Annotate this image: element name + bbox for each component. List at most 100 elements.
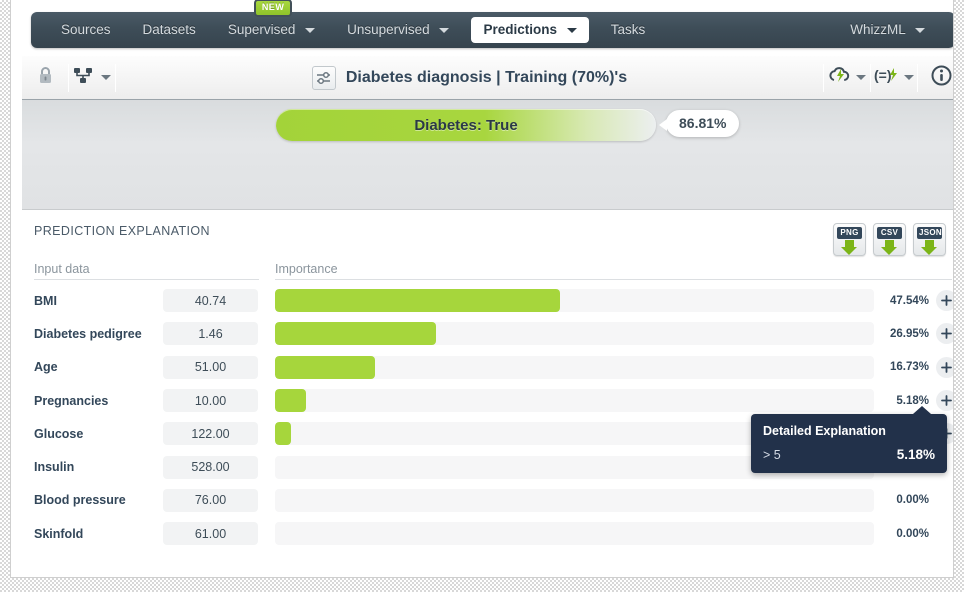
importance-percent: 26.95%	[889, 327, 929, 340]
panel-title: PREDICTION EXPLANATION	[34, 224, 210, 238]
field-name: Pregnancies	[34, 393, 109, 408]
table-row: Age 51.00 16.73%	[22, 351, 953, 384]
chevron-down-icon	[439, 27, 450, 33]
importance-bar-track	[275, 322, 874, 346]
column-headers: Input data Importance	[34, 258, 952, 280]
chevron-down-icon	[856, 75, 866, 80]
hierarchy-menu-button[interactable]	[69, 56, 115, 100]
column-header-importance: Importance	[275, 262, 338, 276]
field-value: 40.74	[163, 289, 258, 313]
batch-prediction-icon: (=)	[874, 66, 898, 89]
importance-percent: 0.00%	[896, 494, 929, 507]
field-name: Skinfold	[34, 526, 84, 541]
plus-icon[interactable]	[936, 356, 953, 378]
download-csv-button[interactable]: CSV	[873, 223, 906, 256]
chevron-down-icon	[915, 27, 925, 33]
plus-icon[interactable]	[936, 323, 953, 345]
confidence-badge: 86.81%	[658, 110, 740, 137]
importance-bar-track	[275, 355, 874, 379]
prediction-label: Diabetes: True	[414, 116, 518, 134]
cloud-lightning-button[interactable]	[824, 56, 870, 100]
importance-bar-fill	[275, 389, 307, 413]
importance-percent: 47.54%	[889, 294, 929, 307]
table-row: Diabetes pedigree 1.46 26.95%	[22, 317, 953, 350]
importance-bar-track	[275, 488, 874, 512]
importance-bar-fill	[275, 322, 437, 346]
nav-label: WhizzML	[850, 22, 906, 37]
detailed-explanation-tooltip: Detailed Explanation > 5 5.18%	[751, 406, 947, 473]
field-value: 122.00	[163, 422, 258, 446]
table-row: Blood pressure 76.00 0.00%	[22, 484, 953, 517]
field-value: 51.00	[163, 355, 258, 379]
field-value: 10.00	[163, 389, 258, 413]
cloud-lightning-icon	[828, 66, 850, 89]
field-value: 76.00	[163, 488, 258, 512]
prediction-bar-wrap: Diabetes: True 86.81%	[266, 109, 756, 145]
nav-item-supervised[interactable]: Supervised NEW	[212, 0, 331, 48]
csv-label: CSV	[877, 227, 902, 239]
nav-item-tasks[interactable]: Tasks	[595, 12, 662, 48]
info-button[interactable]	[918, 56, 953, 100]
chevron-down-icon	[566, 27, 577, 33]
field-name: Insulin	[34, 460, 75, 475]
tooltip-title: Detailed Explanation	[763, 424, 886, 438]
importance-bar-fill	[275, 289, 560, 313]
nav-item-datasets[interactable]: Datasets	[127, 12, 212, 48]
download-json-button[interactable]: JSON	[913, 223, 946, 256]
nav-item-account[interactable]: WhizzML	[834, 12, 941, 48]
field-name: Diabetes pedigree	[34, 326, 142, 341]
download-buttons: PNG CSV JSON	[833, 223, 946, 256]
plus-icon[interactable]	[936, 390, 953, 412]
page-title: Diabetes diagnosis | Training (70%)'s	[345, 68, 628, 86]
png-label: PNG	[837, 227, 862, 239]
lock-icon	[38, 66, 53, 89]
field-value: 528.00	[163, 455, 258, 479]
importance-percent: 0.00%	[896, 527, 929, 540]
nav-item-predictions[interactable]: Predictions	[471, 17, 589, 43]
column-rule	[275, 279, 952, 280]
sliders-icon	[311, 65, 336, 90]
hierarchy-icon	[73, 67, 95, 89]
column-header-input-data: Input data	[34, 262, 90, 276]
importance-percent: 16.73%	[889, 361, 929, 374]
nav-label: Tasks	[610, 22, 646, 37]
download-arrow-icon	[841, 240, 857, 255]
plus-icon[interactable]	[936, 290, 953, 312]
field-value: 1.46	[163, 322, 258, 346]
chevron-down-icon	[305, 27, 316, 33]
download-arrow-icon	[881, 240, 897, 255]
svg-text:(=): (=)	[874, 67, 892, 83]
importance-percent: 5.18%	[896, 394, 929, 407]
importance-bar-fill	[275, 422, 292, 446]
importance-bar-fill	[275, 355, 376, 379]
app-root: Sources Datasets Supervised NEW Unsuperv…	[0, 0, 964, 592]
nav-label: Supervised	[227, 22, 296, 37]
chevron-down-icon	[101, 75, 111, 80]
field-name: Glucose	[34, 426, 84, 441]
prediction-bar: Diabetes: True	[276, 109, 656, 141]
nav-item-sources[interactable]: Sources	[45, 12, 127, 48]
lock-button[interactable]	[22, 56, 68, 100]
download-arrow-icon	[921, 240, 937, 255]
new-badge: NEW	[253, 0, 293, 17]
table-row: Skinfold 61.00 0.00%	[22, 517, 953, 550]
page-frame: Sources Datasets Supervised NEW Unsuperv…	[10, 0, 954, 578]
column-rule	[34, 279, 259, 280]
nav-label: Sources	[61, 22, 111, 37]
resource-title: Diabetes diagnosis | Training (70%)'s	[116, 65, 823, 90]
prediction-banner: Diabetes: True 86.81%	[22, 100, 953, 210]
download-png-button[interactable]: PNG	[833, 223, 866, 256]
importance-bar-track	[275, 289, 874, 313]
info-icon	[931, 65, 952, 91]
nav-item-unsupervised[interactable]: Unsupervised	[331, 12, 465, 48]
main-navbar: Sources Datasets Supervised NEW Unsuperv…	[31, 0, 953, 48]
batch-prediction-button[interactable]: (=)	[871, 56, 917, 100]
importance-bar-track	[275, 522, 874, 546]
field-name: Age	[34, 360, 58, 375]
nav-label: Datasets	[142, 22, 196, 37]
table-row: Pregnancies 10.00 5.18%	[22, 384, 953, 417]
tooltip-row: > 5 5.18%	[763, 447, 935, 462]
resource-toolbar: Diabetes diagnosis | Training (70%)'s (=…	[22, 56, 953, 100]
prediction-explanation-panel: PREDICTION EXPLANATION PNG CSV JSON Inpu…	[22, 211, 953, 577]
table-row: BMI 40.74 47.54%	[22, 284, 953, 317]
